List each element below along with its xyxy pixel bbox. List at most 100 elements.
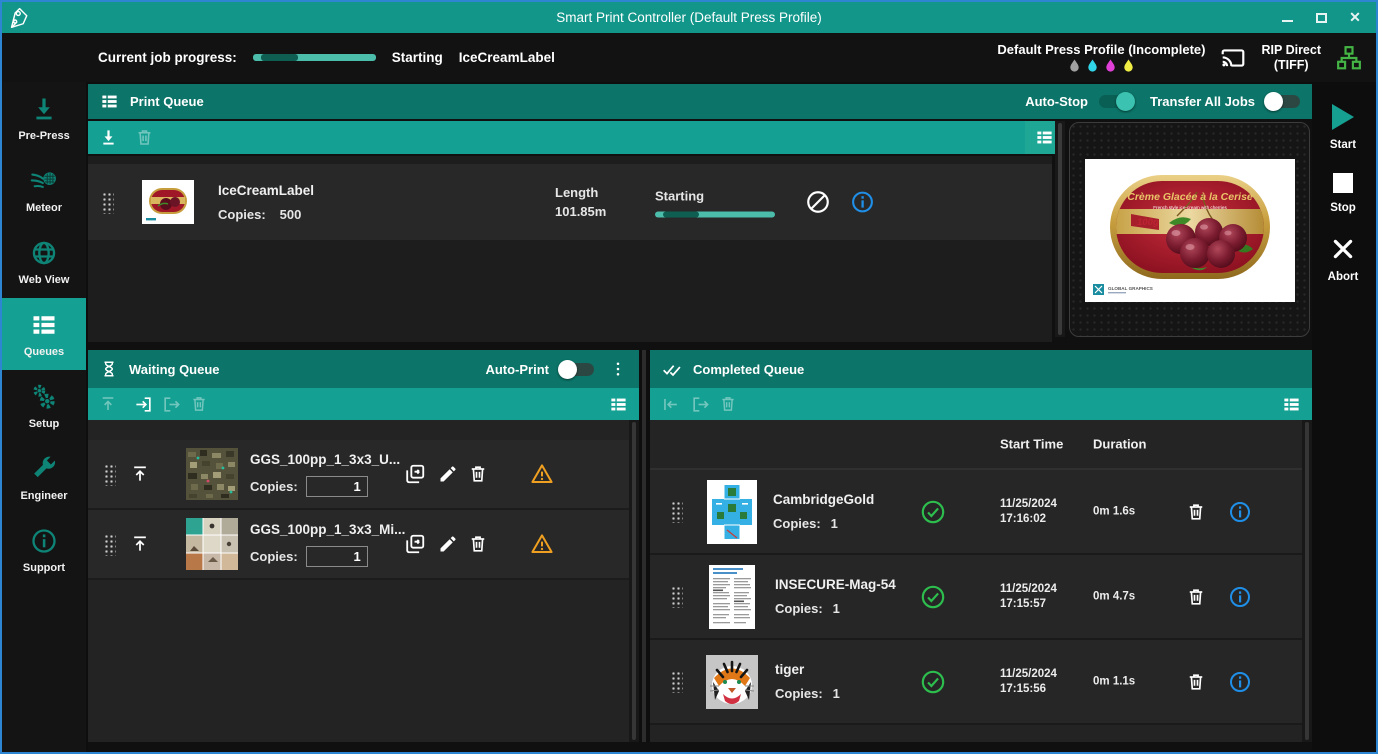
completed-queue-column-headers: Start Time Duration [650,420,1312,470]
info-icon[interactable] [1228,670,1252,694]
drag-handle-icon[interactable] [103,463,116,486]
import-job-icon[interactable] [134,395,153,414]
warning-icon[interactable] [530,532,554,556]
auto-print-toggle[interactable] [560,363,594,376]
print-queue-toolbar [88,121,1052,154]
auto-print-label: Auto-Print [485,362,549,377]
job-name: IceCreamLabel [218,183,314,198]
transport-rail: Start Stop Abort [1310,82,1376,752]
trash-icon[interactable] [719,395,737,413]
list-view-icon [1035,128,1054,147]
drag-handle-icon[interactable] [670,585,683,608]
completed-queue-row[interactable]: tiger Copies: 1 11/25/2024 17:15:56 0m 1… [650,640,1312,725]
list-view-icon[interactable] [1282,395,1301,414]
copies-label: Copies: [218,207,266,222]
close-button[interactable]: ✕ [1338,2,1372,33]
success-check-icon [920,584,946,610]
job-preview-image: Crème Glacée à la Cerise French style ic… [1085,159,1295,302]
duration-cell: 0m 1.1s [1093,674,1135,689]
job-thumbnail [186,518,238,570]
trash-icon[interactable] [1186,672,1206,692]
completed-queue-row[interactable]: CambridgeGold Copies: 1 11/25/2024 17:16… [650,470,1312,555]
copies-value: 500 [280,207,302,222]
panel-divider[interactable] [639,350,650,742]
duplicate-job-icon[interactable] [404,463,426,485]
move-to-top-icon[interactable] [130,534,150,554]
stop-button[interactable]: Stop [1310,173,1376,214]
duplicate-job-icon[interactable] [404,533,426,555]
rip-mode-line1: RIP Direct [1261,43,1321,58]
completed-queue-scrollbar[interactable] [1302,420,1312,742]
drag-handle-icon[interactable] [670,500,683,523]
sidebar-item-meteor[interactable]: Meteor [2,154,86,226]
waiting-queue-scrollbar[interactable] [629,420,639,742]
info-icon[interactable] [1228,500,1252,524]
move-to-top-icon[interactable] [99,395,117,413]
export-job-icon[interactable] [162,395,181,414]
download-job-icon[interactable] [99,128,118,147]
print-queue-list: IceCreamLabel Copies: 500 Length 101.85m… [88,156,1052,342]
edit-job-icon[interactable] [438,534,458,554]
job-thumbnail [142,180,194,224]
list-view-icon[interactable] [609,395,628,414]
maximize-button[interactable] [1304,2,1338,33]
waiting-queue-row[interactable]: GGS_100pp_1_3x3_U... Copies: [88,440,639,510]
network-status-icon[interactable] [1336,45,1362,71]
move-to-top-icon[interactable] [130,464,150,484]
completed-queue-row[interactable]: INSECURE-Mag-54 Copies: 1 11/25/2024 17:… [650,555,1312,640]
copies-value: 1 [831,516,838,531]
bottom-panels: Waiting Queue Auto-Print [88,350,1312,742]
info-icon[interactable] [1228,585,1252,609]
press-profile-name: Default Press Profile (Incomplete) [997,42,1205,57]
svg-text:GLOBAL GRAPHICS: GLOBAL GRAPHICS [1108,286,1153,291]
move-to-start-icon[interactable] [661,395,680,414]
copies-input[interactable] [306,476,368,497]
cancel-job-icon[interactable] [805,189,831,215]
column-duration: Duration [1093,437,1146,452]
sidebar-item-pre-press[interactable]: Pre-Press [2,82,86,154]
progress-label: Current job progress: [98,50,237,65]
minimize-button[interactable] [1270,2,1304,33]
waiting-queue-row[interactable]: GGS_100pp_1_3x3_Mi... Copies: [88,510,639,580]
sidebar-item-setup[interactable]: Setup [2,370,86,442]
cast-icon[interactable] [1220,45,1246,71]
current-job-name: IceCreamLabel [459,50,555,65]
top-status-bar: Current job progress: Starting IceCreamL… [2,33,1376,82]
job-name: INSECURE-Mag-54 [775,577,896,592]
drag-handle-icon[interactable] [670,670,683,693]
print-queue-row[interactable]: IceCreamLabel Copies: 500 Length 101.85m… [88,164,1052,240]
press-profile-block: Default Press Profile (Incomplete) [997,42,1205,73]
trash-icon[interactable] [135,128,154,147]
info-icon[interactable] [850,190,875,215]
drag-handle-icon[interactable] [103,533,116,556]
menu-dots-icon[interactable] [609,360,627,378]
rip-mode-block: RIP Direct (TIFF) [1261,43,1321,73]
sidebar-item-engineer[interactable]: Engineer [2,442,86,514]
play-icon [1332,104,1354,130]
edit-job-icon[interactable] [438,464,458,484]
abort-button[interactable]: Abort [1310,236,1376,283]
rip-mode-line2: (TIFF) [1261,58,1321,73]
print-queue-scrollbar[interactable] [1055,121,1065,337]
warning-icon[interactable] [530,462,554,486]
start-time-cell: 11/25/2024 17:15:57 [1000,582,1057,612]
sidebar-item-support[interactable]: Support [2,514,86,586]
trash-icon[interactable] [1186,502,1206,522]
column-start-time: Start Time [1000,437,1063,452]
trash-icon[interactable] [468,464,488,484]
copies-input[interactable] [306,546,368,567]
copies-value: 1 [833,601,840,616]
job-name: tiger [775,662,840,677]
transfer-all-jobs-toggle[interactable] [1266,95,1300,108]
export-job-icon[interactable] [691,395,710,414]
drag-handle-icon[interactable] [101,191,114,214]
trash-icon[interactable] [468,534,488,554]
start-button[interactable]: Start [1310,104,1376,151]
meteor-icon [30,167,58,195]
auto-stop-toggle[interactable] [1099,95,1133,108]
trash-icon[interactable] [190,395,208,413]
sidebar-item-queues[interactable]: Queues [2,298,86,370]
sidebar-item-web-view[interactable]: Web View [2,226,86,298]
svg-text:Crème Glacée à la Cerise: Crème Glacée à la Cerise [1127,191,1253,203]
trash-icon[interactable] [1186,587,1206,607]
